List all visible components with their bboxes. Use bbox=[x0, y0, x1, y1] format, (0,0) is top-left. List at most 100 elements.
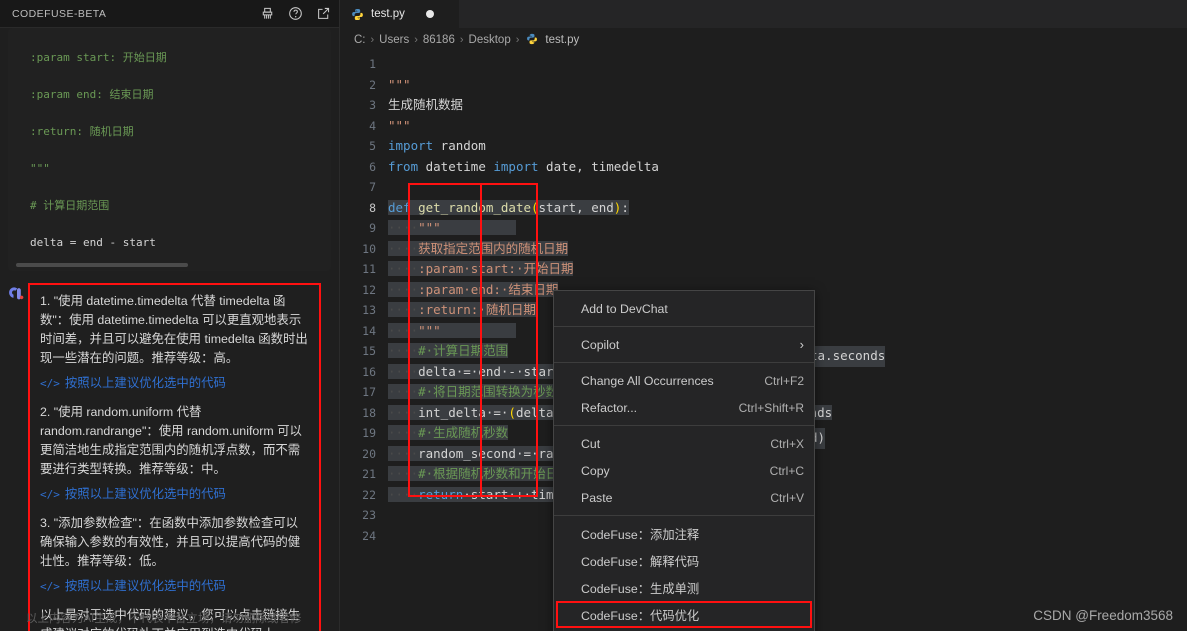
line-content: ····获取指定范围内的随机日期 bbox=[388, 239, 1187, 260]
code-line: 7 bbox=[340, 177, 1187, 198]
line-content bbox=[388, 54, 1187, 75]
menu-item-add-to-devchat[interactable]: Add to DevChat bbox=[554, 295, 814, 322]
line-content: def get_random_date(start, end): bbox=[388, 198, 1187, 219]
breadcrumb-item[interactable]: Desktop bbox=[469, 34, 511, 46]
suggestion-panel: 1. "使用 datetime.timedelta 代替 timedelta 函… bbox=[28, 283, 321, 631]
menu-item-label: Copilot bbox=[581, 338, 619, 352]
line-number: 7 bbox=[340, 177, 388, 198]
code-preview-card: :param start: 开始日期 :param end: 结束日期 :ret… bbox=[8, 28, 331, 271]
line-number: 15 bbox=[340, 341, 388, 362]
codefuse-avatar-icon bbox=[6, 283, 28, 631]
line-content: ····:param·start:·开始日期 bbox=[388, 259, 1187, 280]
menu-item-codefuse-add-comment[interactable]: CodeFuse：添加注释 bbox=[554, 520, 814, 547]
menu-item-copy[interactable]: Copy Ctrl+C bbox=[554, 457, 814, 484]
code-brackets-icon: </> bbox=[40, 485, 60, 504]
line-number: 21 bbox=[340, 464, 388, 485]
menu-item-codefuse-generate-unittest[interactable]: CodeFuse：生成单测 bbox=[554, 574, 814, 601]
line-number: 8 bbox=[340, 198, 388, 219]
line-number: 10 bbox=[340, 239, 388, 260]
menu-item-codefuse-explain-code[interactable]: CodeFuse：解释代码 bbox=[554, 547, 814, 574]
line-number: 18 bbox=[340, 403, 388, 424]
menu-item-codefuse-optimize-code[interactable]: CodeFuse：代码优化 bbox=[554, 601, 814, 628]
line-number: 12 bbox=[340, 280, 388, 301]
line-number: 23 bbox=[340, 505, 388, 526]
menu-item-label: Cut bbox=[581, 437, 600, 451]
line-number: 1 bbox=[340, 54, 388, 75]
line-number: 24 bbox=[340, 526, 388, 547]
code-line: 4 """ bbox=[340, 116, 1187, 137]
menu-item-change-all-occurrences[interactable]: Change All Occurrences Ctrl+F2 bbox=[554, 367, 814, 394]
line-number: 14 bbox=[340, 321, 388, 342]
apply-suggestion-link[interactable]: </> 按照以上建议优化选中的代码 bbox=[40, 485, 309, 504]
context-menu[interactable]: Add to DevChat Copilot › Change All Occu… bbox=[553, 290, 815, 631]
unsaved-indicator-icon[interactable] bbox=[426, 10, 434, 18]
chevron-right-icon: › bbox=[413, 34, 419, 46]
open-external-icon[interactable] bbox=[316, 6, 331, 21]
line-number: 9 bbox=[340, 218, 388, 239]
chevron-right-icon: › bbox=[459, 34, 465, 46]
menu-separator bbox=[554, 515, 814, 516]
line-number: 5 bbox=[340, 136, 388, 157]
menu-item-paste[interactable]: Paste Ctrl+V bbox=[554, 484, 814, 511]
apply-suggestion-link[interactable]: </> 按照以上建议优化选中的代码 bbox=[40, 374, 309, 393]
menu-item-label: Paste bbox=[581, 491, 612, 505]
code-preview-line: :return: 随机日期 bbox=[30, 123, 323, 142]
breadcrumb-item[interactable]: Users bbox=[379, 34, 409, 46]
menu-item-label: CodeFuse：代码优化 bbox=[581, 606, 699, 624]
menu-item-accelerator: Ctrl+C bbox=[752, 464, 804, 478]
menu-item-label: Refactor... bbox=[581, 401, 637, 415]
clear-icon[interactable] bbox=[260, 6, 275, 21]
code-line: 10 ····获取指定范围内的随机日期 bbox=[340, 239, 1187, 260]
code-preview-line: """ bbox=[30, 160, 323, 179]
python-icon bbox=[351, 8, 364, 21]
code-preview-line: # 计算日期范围 bbox=[30, 197, 323, 216]
line-number: 17 bbox=[340, 382, 388, 403]
menu-item-label: Add to DevChat bbox=[581, 302, 668, 316]
apply-suggestion-label: 按照以上建议优化选中的代码 bbox=[65, 577, 226, 596]
line-number: 2 bbox=[340, 75, 388, 96]
code-preview-line: :param start: 开始日期 bbox=[30, 49, 323, 68]
code-line: 5 import random bbox=[340, 136, 1187, 157]
suggestion-text: 1. "使用 datetime.timedelta 代替 timedelta 函… bbox=[40, 292, 309, 368]
line-number: 22 bbox=[340, 485, 388, 506]
tab-label: test.py bbox=[371, 8, 405, 20]
line-content: """ bbox=[388, 116, 1187, 137]
apply-suggestion-link[interactable]: </> 按照以上建议优化选中的代码 bbox=[40, 577, 309, 596]
tab-test-py[interactable]: test.py bbox=[340, 0, 460, 28]
menu-separator bbox=[554, 425, 814, 426]
code-preview-line: :param end: 结束日期 bbox=[30, 86, 323, 105]
app-root: CODEFUSE-BETA bbox=[0, 0, 1187, 631]
code-brackets-icon: </> bbox=[40, 374, 60, 393]
menu-item-copilot[interactable]: Copilot › bbox=[554, 331, 814, 358]
menu-item-accelerator: Ctrl+F2 bbox=[746, 374, 804, 388]
line-content: import random bbox=[388, 136, 1187, 157]
codefuse-sidebar: CODEFUSE-BETA bbox=[0, 0, 340, 631]
sidebar-title: CODEFUSE-BETA bbox=[12, 8, 106, 20]
line-number: 6 bbox=[340, 157, 388, 178]
menu-item-accelerator: Ctrl+X bbox=[752, 437, 804, 451]
breadcrumb-item[interactable]: test.py bbox=[545, 34, 579, 46]
code-preview-line: # 将日期范围转换为秒数 bbox=[30, 271, 323, 272]
code-line: 8 def get_random_date(start, end): bbox=[340, 198, 1187, 219]
breadcrumb-item[interactable]: 86186 bbox=[423, 34, 455, 46]
code-line: 3 生成随机数据 bbox=[340, 95, 1187, 116]
code-fragment: ta.seconds bbox=[810, 346, 885, 367]
line-number: 20 bbox=[340, 444, 388, 465]
chevron-right-icon: › bbox=[370, 34, 376, 46]
menu-separator bbox=[554, 362, 814, 363]
code-preview-line: delta = end - start bbox=[30, 234, 323, 253]
code-preview-scrollbar[interactable] bbox=[16, 263, 188, 267]
menu-item-refactor[interactable]: Refactor... Ctrl+Shift+R bbox=[554, 394, 814, 421]
code-line: 11 ····:param·start:·开始日期 bbox=[340, 259, 1187, 280]
line-content: """ bbox=[388, 75, 1187, 96]
code-line: 6 from datetime import date, timedelta bbox=[340, 157, 1187, 178]
ai-disclaimer: 以上内容为AI生成，不代表平台立场，请勿删除或者修 bbox=[26, 611, 321, 627]
breadcrumb-item[interactable]: C: bbox=[354, 34, 366, 46]
sidebar-header: CODEFUSE-BETA bbox=[0, 0, 339, 28]
menu-item-label: CodeFuse：解释代码 bbox=[581, 552, 699, 570]
code-line: 1 bbox=[340, 54, 1187, 75]
suggestion-text: 3. "添加参数检查"：在函数中添加参数检查可以确保输入参数的有效性，并且可以提… bbox=[40, 514, 309, 571]
menu-item-cut[interactable]: Cut Ctrl+X bbox=[554, 430, 814, 457]
breadcrumb: C: › Users › 86186 › Desktop › test.py bbox=[340, 28, 1187, 51]
help-icon[interactable] bbox=[288, 6, 303, 21]
